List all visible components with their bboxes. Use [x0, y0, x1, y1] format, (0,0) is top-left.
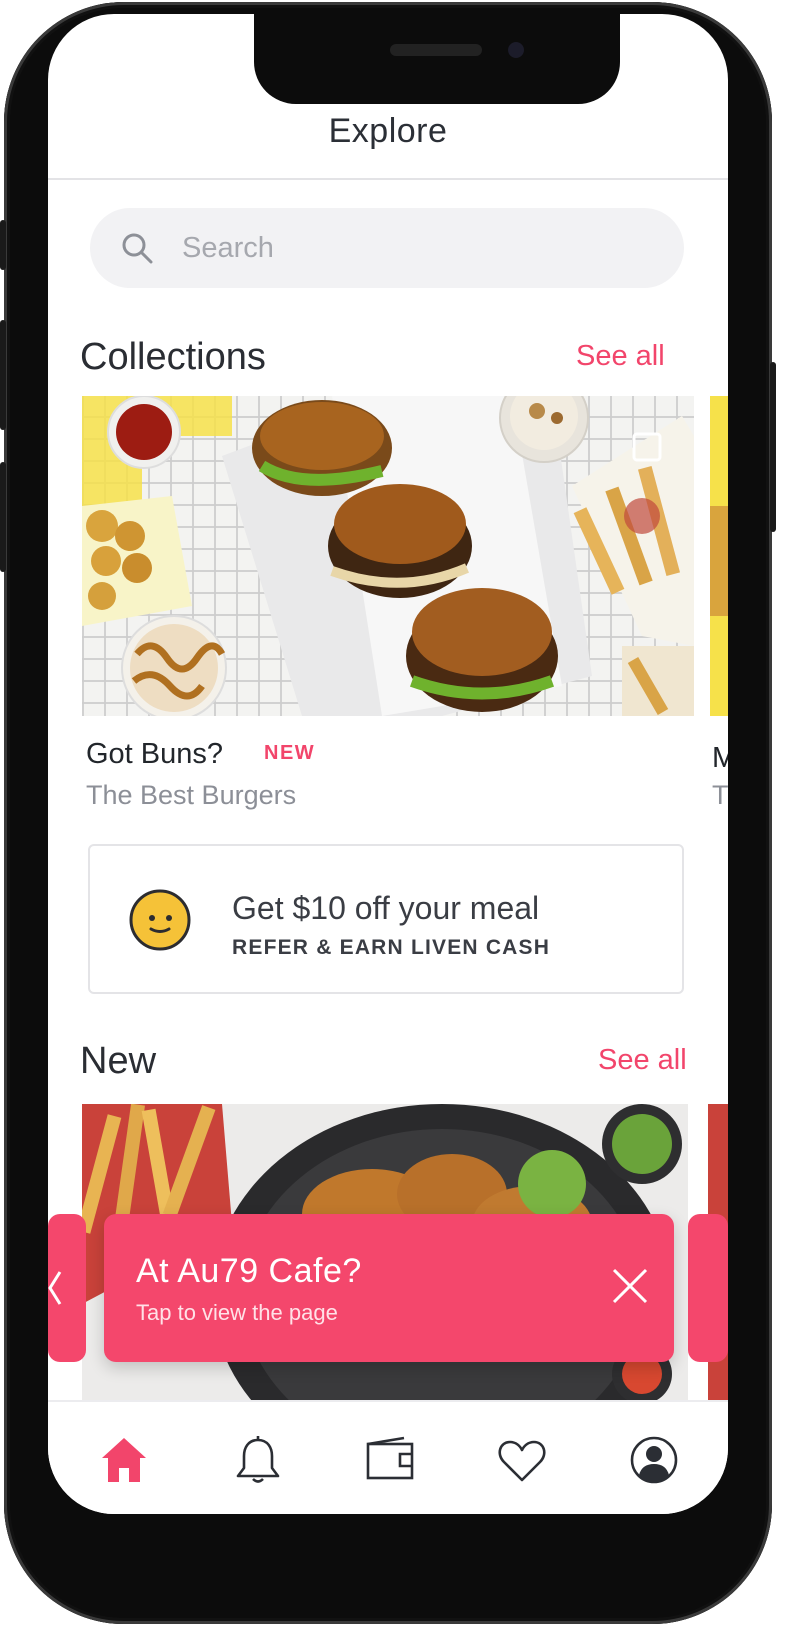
collection-card-subtitle: The Best Burgers	[86, 780, 297, 810]
header-divider	[48, 178, 728, 180]
toast-next-peek[interactable]	[688, 1214, 728, 1362]
speaker	[390, 44, 482, 56]
screen: Explore Search Collections See all Got B…	[48, 14, 728, 1514]
collection-card-title: Got Buns?	[86, 738, 224, 770]
collection-card-image[interactable]	[82, 396, 694, 716]
toast-subtitle: Tap to view the page	[136, 1300, 338, 1325]
profile-icon[interactable]	[628, 1434, 680, 1486]
power-button	[770, 362, 776, 532]
new-badge: NEW	[264, 742, 316, 764]
tab-bar	[48, 1400, 728, 1514]
collections-title: Collections	[80, 336, 266, 378]
search-bar[interactable]: Search	[90, 208, 684, 288]
smiley-icon	[129, 889, 191, 951]
collection-card-2-title: M	[712, 742, 728, 774]
new-see-all-link[interactable]: See all	[598, 1044, 687, 1077]
new-section-title: New	[80, 1040, 157, 1082]
toast-title: At Au79 Cafe?	[136, 1252, 362, 1290]
chevron-left-icon	[48, 1271, 62, 1305]
referral-promo-card[interactable]: Get $10 off your meal REFER & EARN LIVEN…	[88, 844, 684, 994]
front-camera	[508, 42, 524, 58]
heart-icon[interactable]	[496, 1434, 548, 1486]
location-toast[interactable]: At Au79 Cafe? Tap to view the page	[104, 1214, 674, 1362]
promo-title: Get $10 off your meal	[232, 890, 540, 926]
wallet-icon[interactable]	[364, 1434, 416, 1486]
notch	[254, 14, 620, 104]
phone-frame: Explore Search Collections See all Got B…	[0, 0, 800, 1630]
mute-switch	[0, 220, 6, 270]
search-placeholder: Search	[182, 231, 274, 264]
collection-card-2-image[interactable]	[710, 396, 728, 716]
search-icon	[122, 233, 153, 264]
collections-see-all-link[interactable]: See all	[576, 340, 665, 373]
volume-down-button	[0, 462, 6, 572]
bell-icon[interactable]	[232, 1434, 284, 1486]
toast-prev-peek[interactable]	[48, 1214, 86, 1362]
home-icon[interactable]	[98, 1434, 150, 1486]
volume-up-button	[0, 320, 6, 430]
close-icon[interactable]	[610, 1266, 650, 1306]
collection-card-2-subtitle: T	[712, 780, 728, 810]
burgers-photo	[82, 396, 694, 716]
page-title: Explore	[328, 112, 448, 150]
promo-subtitle: REFER & EARN LIVEN CASH	[232, 936, 551, 959]
